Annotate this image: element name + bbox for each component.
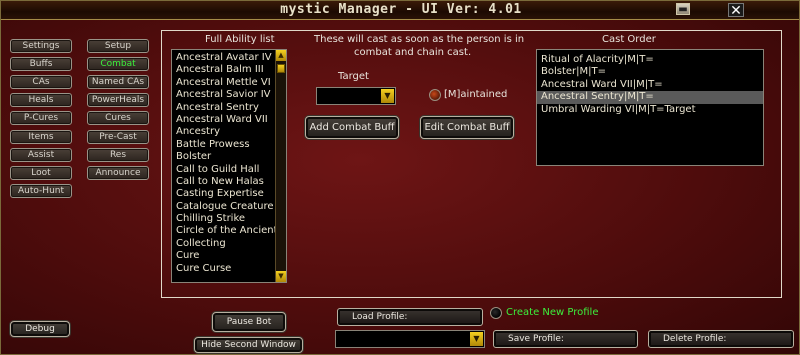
ability-list-item[interactable]: Call to New Halas — [172, 176, 286, 188]
pause-bot-button[interactable]: Pause Bot — [212, 312, 286, 332]
nav-button-buffs[interactable]: Buffs — [10, 57, 72, 72]
ability-list-heading: Full Ability list — [205, 34, 275, 45]
maintained-radio[interactable] — [429, 89, 441, 101]
nav-button-cas[interactable]: CAs — [10, 75, 72, 90]
ability-list-item[interactable]: Ancestry — [172, 126, 286, 138]
create-new-profile-label: Create New Profile — [506, 307, 599, 318]
target-dropdown[interactable]: ▼ — [316, 87, 396, 105]
debug-button[interactable]: Debug — [10, 321, 70, 337]
nav-button-assist[interactable]: Assist — [10, 147, 72, 162]
ability-list-item[interactable]: Battle Prowess — [172, 139, 286, 151]
cast-order-heading: Cast Order — [602, 34, 656, 45]
nav-button-items[interactable]: Items — [10, 129, 72, 144]
ability-list-item[interactable]: Ancestral Mettle VI — [172, 77, 286, 89]
load-profile-button[interactable]: Load Profile: — [337, 308, 483, 326]
ability-list-item[interactable]: Bolster — [172, 151, 286, 163]
scroll-down-icon[interactable]: ▼ — [276, 271, 286, 282]
nav-button-pre-cast[interactable]: Pre-Cast — [87, 129, 149, 144]
cast-order-item[interactable]: Ancestral Ward VII|M|T= — [537, 79, 763, 91]
target-label: Target — [338, 71, 369, 82]
ability-listbox[interactable]: Ancestral Avatar IV Ancestral Balm III Anc… — [171, 49, 287, 283]
ability-list-item[interactable]: Ancestral Balm III — [172, 64, 286, 76]
description-line2: combat and chain cast. — [354, 47, 472, 58]
cast-order-item[interactable]: Ancestral Sentry|M|T= — [537, 91, 763, 104]
ability-list-item[interactable]: Casting Expertise — [172, 188, 286, 200]
ability-list-item[interactable]: Ancestral Avatar IV — [172, 52, 286, 64]
scroll-up-icon[interactable]: ▲ — [276, 50, 286, 61]
save-profile-button[interactable]: Save Profile: — [493, 330, 638, 348]
description-line1: These will cast as soon as the person is… — [314, 34, 525, 45]
ability-list-item[interactable]: Collecting — [172, 238, 286, 250]
combat-panel: Full Ability list Ancestral Avatar IV Anc… — [161, 30, 782, 298]
ability-list-item[interactable]: Chilling Strike — [172, 213, 286, 225]
cast-order-item[interactable]: Bolster|M|T= — [537, 66, 763, 78]
dropdown-arrow-icon[interactable]: ▼ — [470, 332, 483, 346]
minimize-button[interactable]: ▬ — [676, 3, 690, 15]
nav-button-named-cas[interactable]: Named CAs — [87, 75, 149, 90]
nav-button-auto-hunt[interactable]: Auto-Hunt — [10, 183, 72, 198]
edit-combat-buff-button[interactable]: Edit Combat Buff — [420, 116, 514, 139]
cast-order-item[interactable]: Ritual of Alacrity|M|T= — [537, 54, 763, 66]
nav-button-res[interactable]: Res — [87, 147, 149, 162]
dropdown-arrow-icon[interactable]: ▼ — [381, 89, 394, 103]
ability-list-item[interactable]: Ancestral Sentry — [172, 102, 286, 114]
ability-list-item[interactable]: Cure Curse — [172, 263, 286, 275]
title-bar[interactable]: mystic Manager - UI Ver: 4.01 ▬ ✕ — [1, 1, 799, 20]
ability-list-item[interactable]: Call to Guild Hall — [172, 164, 286, 176]
nav-button-powerheals[interactable]: PowerHeals — [87, 93, 149, 108]
cast-order-item[interactable]: Umbral Warding VI|M|T=Target — [537, 104, 763, 116]
nav-button-settings[interactable]: Settings — [10, 39, 72, 53]
ability-list-item[interactable]: Ancestral Savior IV — [172, 89, 286, 101]
ability-list-item[interactable]: Ancestral Ward VII — [172, 114, 286, 126]
ability-list-item[interactable]: Circle of the Ancient — [172, 225, 286, 237]
profile-dropdown[interactable]: ▼ — [335, 330, 485, 348]
add-combat-buff-button[interactable]: Add Combat Buff — [305, 116, 399, 139]
cast-order-listbox[interactable]: Ritual of Alacrity|M|T= Bolster|M|T= Ances… — [536, 49, 764, 166]
nav-button-setup[interactable]: Setup — [87, 39, 149, 53]
scroll-thumb[interactable] — [277, 64, 285, 73]
nav-button-combat[interactable]: Combat — [87, 57, 149, 72]
mystic-manager-window: mystic Manager - UI Ver: 4.01 ▬ ✕ Settin… — [0, 0, 800, 355]
nav-button-p-cures[interactable]: P-Cures — [10, 111, 72, 126]
ability-list-item[interactable]: Catalogue Creature — [172, 201, 286, 213]
ability-list-item[interactable]: Cure — [172, 250, 286, 262]
maintained-label: [M]aintained — [444, 89, 508, 100]
nav-button-loot[interactable]: Loot — [10, 165, 72, 180]
ability-scrollbar[interactable]: ▲ ▼ — [275, 50, 286, 282]
create-new-profile-radio[interactable] — [490, 307, 502, 319]
nav-button-cures[interactable]: Cures — [87, 111, 149, 126]
hide-second-window-button[interactable]: Hide Second Window — [194, 337, 303, 353]
nav-button-announce[interactable]: Announce — [87, 165, 149, 180]
close-button[interactable]: ✕ — [728, 3, 744, 18]
nav-button-heals[interactable]: Heals — [10, 93, 72, 108]
delete-profile-button[interactable]: Delete Profile: — [648, 330, 794, 348]
